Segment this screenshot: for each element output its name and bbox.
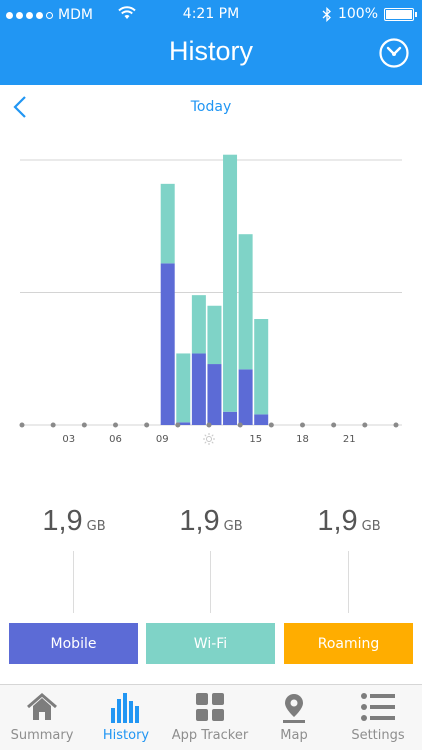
axis-dot bbox=[206, 422, 212, 428]
bar-wifi bbox=[223, 154, 238, 412]
tab-map[interactable]: Map bbox=[252, 685, 336, 750]
axis-dot bbox=[175, 422, 181, 428]
axis-dot bbox=[362, 422, 368, 428]
bar-wifi bbox=[254, 319, 269, 415]
date-navigator: Today bbox=[0, 92, 422, 122]
bar-wifi bbox=[238, 234, 253, 370]
screen: MDM 4:21 PM 100% History Today 03 06 09 … bbox=[0, 0, 422, 750]
x-tick-label: 09 bbox=[156, 434, 169, 445]
tab-label: Summary bbox=[10, 728, 74, 743]
stat-unit: GB bbox=[361, 519, 381, 534]
bar-mobile bbox=[191, 353, 206, 425]
roaming-button[interactable]: Roaming bbox=[284, 623, 413, 664]
bluetooth-icon bbox=[322, 6, 331, 22]
axis-dot bbox=[393, 422, 399, 428]
tab-bar: Summary History App Tracker Map Settings bbox=[0, 684, 422, 750]
bar-mobile bbox=[238, 369, 253, 425]
tab-label: History bbox=[102, 728, 150, 743]
x-tick-label: 03 bbox=[62, 434, 75, 445]
axis-dot bbox=[19, 422, 25, 428]
divider bbox=[348, 551, 349, 613]
speed-gauge-icon[interactable] bbox=[378, 37, 410, 69]
moon-icon bbox=[18, 434, 23, 444]
stat-value: 1,9 bbox=[179, 505, 220, 537]
stat-wifi: 1,9 GB bbox=[141, 505, 281, 613]
axis-dot bbox=[113, 422, 118, 428]
mobile-button[interactable]: Mobile bbox=[9, 623, 138, 664]
bar-mobile bbox=[160, 263, 175, 425]
tab-app-tracker[interactable]: App Tracker bbox=[168, 685, 252, 750]
bar-wifi bbox=[191, 295, 206, 354]
wifi-button[interactable]: Wi-Fi bbox=[146, 623, 275, 664]
axis-dot bbox=[237, 422, 243, 428]
x-tick-label: 06 bbox=[109, 434, 122, 445]
stat-mobile: 1,9 GB bbox=[4, 505, 144, 613]
tab-label: Settings bbox=[351, 728, 405, 743]
stat-value: 1,9 bbox=[317, 505, 358, 537]
page-title: History bbox=[168, 36, 253, 66]
bar-wifi bbox=[207, 305, 222, 365]
stat-roaming: 1,9 GB bbox=[279, 505, 419, 613]
axis-dot bbox=[81, 422, 87, 428]
axis-dot bbox=[331, 422, 337, 428]
usage-stats: 1,9 GB 1,9 GB 1,9 GB bbox=[0, 505, 422, 615]
axis-dot bbox=[144, 422, 150, 428]
bar-mobile bbox=[223, 411, 238, 425]
axis-dot bbox=[300, 422, 305, 428]
axis-dot bbox=[50, 422, 56, 428]
bar-wifi bbox=[160, 183, 175, 264]
battery-percent: 100% bbox=[337, 6, 378, 22]
tab-history[interactable]: History bbox=[84, 685, 168, 750]
list-icon bbox=[361, 693, 395, 721]
x-tick-label: 15 bbox=[249, 434, 262, 445]
tab-label: Map bbox=[280, 728, 308, 743]
bar-chart-icon bbox=[111, 693, 139, 723]
tab-summary[interactable]: Summary bbox=[0, 685, 84, 750]
stat-unit: GB bbox=[86, 519, 106, 534]
stat-value: 1,9 bbox=[42, 505, 83, 537]
battery-icon bbox=[384, 7, 417, 21]
x-tick-label: 21 bbox=[343, 434, 356, 445]
status-right: 100% bbox=[322, 6, 417, 22]
header-bar: History bbox=[0, 30, 422, 85]
moon-icon bbox=[395, 434, 400, 444]
map-pin-icon bbox=[283, 694, 305, 723]
divider bbox=[210, 551, 211, 613]
bar-wifi bbox=[176, 353, 191, 423]
status-bar: MDM 4:21 PM 100% bbox=[0, 0, 422, 30]
sun-icon bbox=[203, 433, 215, 445]
home-icon bbox=[27, 693, 57, 720]
tab-label: App Tracker bbox=[171, 728, 249, 743]
stat-unit: GB bbox=[223, 519, 243, 534]
bar-mobile bbox=[254, 414, 269, 425]
date-label[interactable]: Today bbox=[0, 99, 422, 115]
grid-icon bbox=[196, 693, 224, 721]
usage-chart: 03 06 09 15 18 21 bbox=[18, 154, 402, 445]
x-tick-label: 18 bbox=[296, 434, 309, 445]
tab-settings[interactable]: Settings bbox=[336, 685, 420, 750]
divider bbox=[73, 551, 74, 613]
bar-mobile bbox=[207, 364, 222, 425]
axis-dot bbox=[268, 422, 274, 428]
